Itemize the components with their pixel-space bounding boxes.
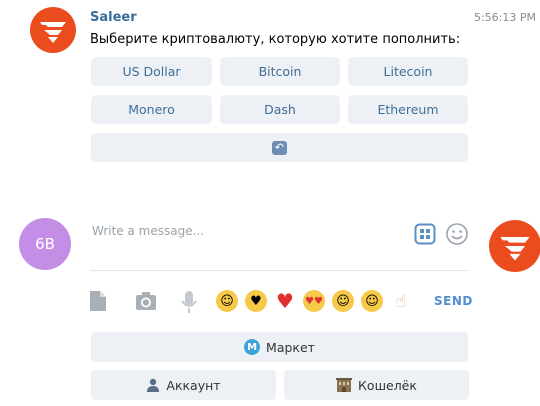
message-input[interactable] — [90, 216, 404, 246]
refresh-icon: ↶ — [272, 140, 287, 155]
metro-m-icon: M — [244, 339, 261, 355]
usd-button[interactable]: US Dollar — [91, 57, 212, 86]
saleer-logo-icon — [500, 237, 530, 261]
message-timestamp: 5:56:13 PM — [473, 11, 536, 24]
grinning-icon[interactable]: ☺ — [361, 290, 383, 312]
account-label: Аккаунт — [166, 377, 221, 393]
dash-button[interactable]: Dash — [220, 95, 340, 124]
person-icon — [147, 378, 160, 392]
saleer-logo — [489, 220, 540, 272]
bot-avatar[interactable] — [30, 7, 76, 53]
camera-icon[interactable] — [135, 290, 157, 312]
heart-eyes-icon[interactable]: ♥♥ — [303, 290, 325, 312]
attach-file-icon[interactable] — [88, 290, 108, 312]
account-button[interactable]: Аккаунт — [91, 370, 276, 400]
composer-divider — [90, 270, 469, 271]
wallet-label: Кошелёк — [358, 377, 417, 393]
kissing-heart-icon[interactable]: ♥ — [245, 290, 267, 312]
send-button[interactable]: SEND — [434, 294, 473, 308]
microphone-icon[interactable] — [180, 290, 198, 314]
laughing-tears-icon[interactable]: ☺ — [216, 290, 238, 312]
sticker-icon[interactable] — [414, 223, 436, 245]
user-avatar[interactable]: 6B — [19, 218, 71, 270]
monero-button[interactable]: Monero — [91, 95, 212, 124]
message-text: Выберите криптовалюту, которую хотите по… — [90, 32, 461, 47]
ethereum-button[interactable]: Ethereum — [348, 95, 468, 124]
thumbs-up-icon[interactable]: ☝ — [390, 290, 412, 312]
bank-icon — [336, 378, 353, 392]
market-button[interactable]: M Маркет — [91, 332, 468, 362]
bitcoin-button[interactable]: Bitcoin — [220, 57, 340, 86]
refresh-button[interactable]: ↶ — [91, 133, 468, 162]
smile-icon[interactable] — [445, 222, 469, 246]
smiling-icon[interactable]: ☺ — [332, 290, 354, 312]
red-heart-icon[interactable]: ♥ — [274, 289, 296, 313]
saleer-logo-icon — [40, 22, 66, 43]
litecoin-button[interactable]: Litecoin — [348, 57, 468, 86]
sender-name[interactable]: Saleer — [90, 10, 137, 25]
wallet-button[interactable]: Кошелёк — [284, 370, 469, 400]
market-label: Маркет — [266, 339, 315, 355]
